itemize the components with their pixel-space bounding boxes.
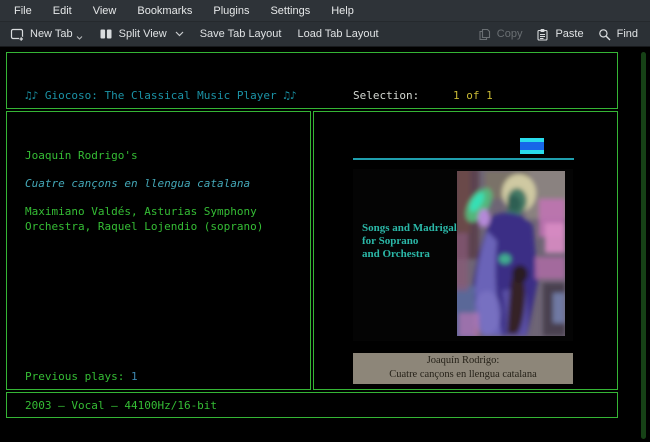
thumb-stripe-middle xyxy=(520,142,544,150)
album-cover: Songs and Madrigals for Soprano and Orch… xyxy=(353,169,573,341)
split-view-icon xyxy=(99,27,113,41)
menu-bookmarks[interactable]: Bookmarks xyxy=(137,5,192,17)
selection-label: Selection: xyxy=(353,88,419,103)
paste-label: Paste xyxy=(555,28,583,40)
paste-icon xyxy=(536,28,549,41)
album-cover-painting xyxy=(457,171,565,336)
save-tab-layout-button[interactable]: Save Tab Layout xyxy=(200,28,282,40)
terminal-scrollbar[interactable] xyxy=(641,52,646,439)
thumb-stripe-bottom xyxy=(520,150,544,154)
new-tab-button[interactable]: New Tab xyxy=(10,27,83,41)
player-header-box: ♫♪ Giocoso: The Classical Music Player ♫… xyxy=(6,52,618,109)
previous-plays: Previous plays: 1 xyxy=(25,369,138,384)
new-tab-label: New Tab xyxy=(30,28,73,40)
album-caption: Joaquín Rodrigo: Cuatre cançons en lleng… xyxy=(353,353,573,384)
copy-label: Copy xyxy=(497,28,523,40)
paste-button[interactable]: Paste xyxy=(536,28,583,41)
find-button[interactable]: Find xyxy=(598,28,638,41)
previous-plays-label: Previous plays: xyxy=(25,370,131,383)
menu-plugins[interactable]: Plugins xyxy=(213,5,249,17)
find-label: Find xyxy=(617,28,638,40)
track-info-box: 2003 – Vocal – 44100Hz/16-bit xyxy=(6,392,618,418)
now-playing-panel: Joaquín Rodrigo's Cuatre cançons en llen… xyxy=(6,111,311,390)
performers: Maximiano Valdés, Asturias Symphony Orch… xyxy=(25,204,297,234)
split-view-chevron-icon xyxy=(175,31,184,37)
split-view-label: Split View xyxy=(119,28,167,40)
terminal-screen: ♫♪ Giocoso: The Classical Music Player ♫… xyxy=(0,47,650,442)
track-info-text: 2003 – Vocal – 44100Hz/16-bit xyxy=(25,398,217,413)
app-title: ♫♪ Giocoso: The Classical Music Player ♫… xyxy=(25,88,297,103)
composer-name: Joaquín Rodrigo's xyxy=(25,148,138,163)
menu-settings[interactable]: Settings xyxy=(270,5,310,17)
menu-help[interactable]: Help xyxy=(331,5,354,17)
load-tab-layout-button[interactable]: Load Tab Layout xyxy=(297,28,378,40)
album-cover-title: Songs and Madrigals for Soprano and Orch… xyxy=(362,222,461,261)
cover-title-line3: and Orchestra xyxy=(362,248,461,261)
split-view-button[interactable]: Split View xyxy=(99,27,184,41)
load-tab-layout-label: Load Tab Layout xyxy=(297,28,378,40)
work-title: Cuatre cançons en llengua catalana xyxy=(25,176,250,191)
new-tab-caret-icon xyxy=(76,36,83,40)
menu-view[interactable]: View xyxy=(93,5,117,17)
progress-track xyxy=(353,158,574,160)
save-tab-layout-label: Save Tab Layout xyxy=(200,28,282,40)
new-tab-icon xyxy=(10,27,24,41)
selection-value: 1 of 1 xyxy=(453,88,585,103)
cover-title-line1: Songs and Madrigals xyxy=(362,222,461,235)
toolbar: New Tab Split View Save Tab Layout Load … xyxy=(0,22,650,47)
album-panel: Songs and Madrigals for Soprano and Orch… xyxy=(313,111,618,390)
copy-button: Copy xyxy=(478,28,523,41)
copy-icon xyxy=(478,28,491,41)
menu-bar: File Edit View Bookmarks Plugins Setting… xyxy=(0,0,650,22)
konsole-window: File Edit View Bookmarks Plugins Setting… xyxy=(0,0,650,442)
menu-file[interactable]: File xyxy=(14,5,32,17)
album-caption-line2: Cuatre cançons en llengua catalana xyxy=(353,368,573,382)
progress-thumb xyxy=(520,138,544,154)
album-caption-line1: Joaquín Rodrigo: xyxy=(353,354,573,368)
find-icon xyxy=(598,28,611,41)
toolbar-right-group: Copy Paste xyxy=(478,28,640,41)
menu-edit[interactable]: Edit xyxy=(53,5,72,17)
previous-plays-value: 1 xyxy=(131,370,138,383)
cover-title-line2: for Soprano xyxy=(362,235,461,248)
